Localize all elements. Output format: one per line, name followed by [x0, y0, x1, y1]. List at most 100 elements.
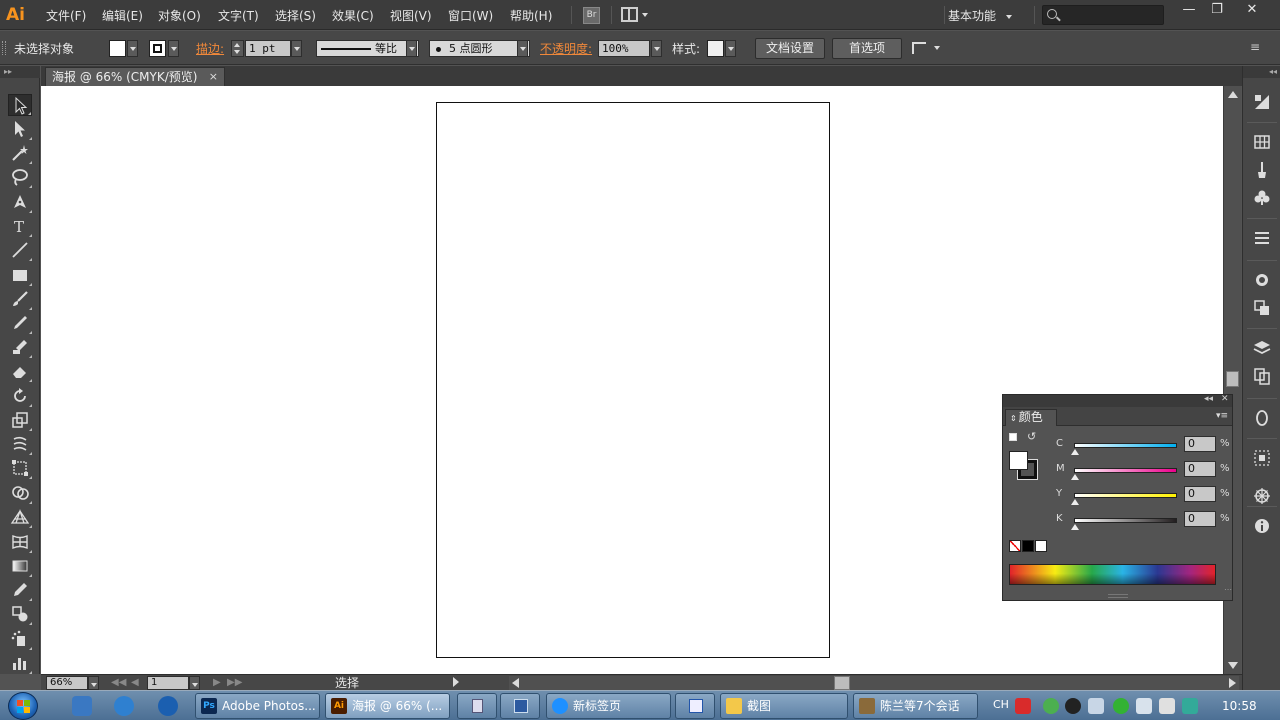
taskbar-illustrator[interactable]: Ai 海报 @ 66% (...	[325, 693, 450, 719]
menu-edit[interactable]: 编辑(E)	[102, 7, 143, 24]
scroll-up-icon[interactable]	[1228, 91, 1238, 98]
slider-knob-icon[interactable]	[1071, 499, 1079, 505]
gradient-tool-button[interactable]	[8, 555, 32, 577]
clock[interactable]: 10:58	[1222, 699, 1257, 713]
security-icon[interactable]	[1113, 698, 1129, 714]
sogou-icon[interactable]	[1015, 698, 1031, 714]
swap-fill-stroke-icon[interactable]: ↺	[1027, 430, 1036, 443]
appearance-panel-button[interactable]	[1252, 270, 1272, 290]
blob-brush-tool-button[interactable]	[8, 336, 32, 358]
control-panel-menu-icon[interactable]: ≡	[1250, 40, 1260, 54]
help-search-input[interactable]	[1042, 5, 1164, 25]
toggle-options-icon[interactable]: ⇕	[1010, 414, 1017, 423]
scroll-left-icon[interactable]	[512, 678, 519, 688]
slider-knob-icon[interactable]	[1071, 474, 1079, 480]
shape-builder-tool-button[interactable]	[8, 482, 32, 504]
artboard-dropdown[interactable]	[189, 676, 200, 690]
type-tool-button[interactable]: T	[8, 215, 32, 237]
slider-knob-icon[interactable]	[1071, 524, 1079, 530]
taskbar-photoshop[interactable]: Ps Adobe Photos...	[195, 693, 320, 719]
collapse-panel-icon[interactable]: ◂◂	[1204, 394, 1213, 404]
stroke-label[interactable]: 描边:	[196, 40, 224, 57]
stroke-panel-button[interactable]	[1252, 228, 1272, 248]
artboards-panel-button[interactable]	[1252, 366, 1272, 386]
scale-tool-button[interactable]	[8, 409, 32, 431]
taskbar-explorer[interactable]: 截图	[720, 693, 848, 719]
slider-knob-icon[interactable]	[1071, 449, 1079, 455]
vertical-scroll-thumb[interactable]	[1226, 371, 1239, 387]
horizontal-scrollbar[interactable]	[509, 676, 1239, 690]
menu-select[interactable]: 选择(S)	[275, 7, 316, 24]
symbol-sprayer-tool-button[interactable]	[8, 628, 32, 650]
channel-value-field[interactable]: 0	[1184, 436, 1216, 452]
panel-menu-icon[interactable]: ▾≡	[1216, 411, 1228, 421]
navigator-panel-button[interactable]	[1252, 486, 1272, 506]
paintbrush-tool-button[interactable]	[8, 288, 32, 310]
black-swatch[interactable]	[1022, 540, 1034, 552]
previous-artboard-icon[interactable]: ◀	[131, 677, 139, 688]
taskbar-movie-maker[interactable]	[500, 693, 540, 719]
channel-value-field[interactable]: 0	[1184, 486, 1216, 502]
bridge-button[interactable]: Br	[583, 7, 600, 24]
pen-tool-button[interactable]	[8, 191, 32, 213]
brushes-panel-button[interactable]	[1252, 160, 1272, 180]
control-bar-grip[interactable]	[2, 41, 6, 55]
qq-icon[interactable]	[1065, 698, 1081, 714]
fill-box[interactable]	[1009, 451, 1028, 470]
last-artboard-icon[interactable]: ▶▶	[227, 677, 242, 688]
workspace-switcher[interactable]: 基本功能	[948, 7, 1012, 24]
ime-indicator[interactable]: CH	[993, 698, 1009, 711]
eraser-tool-button[interactable]	[8, 360, 32, 382]
graphic-styles-panel-button[interactable]	[1252, 298, 1272, 318]
channel-slider-track[interactable]	[1074, 493, 1177, 498]
mesh-tool-button[interactable]	[8, 531, 32, 553]
close-tab-icon[interactable]: ×	[209, 68, 218, 86]
symbols-panel-button[interactable]	[1252, 188, 1272, 208]
fill-swatch[interactable]	[109, 40, 126, 57]
status-menu-icon[interactable]	[453, 677, 459, 687]
stroke-swatch-dropdown[interactable]	[168, 40, 179, 57]
eyedropper-tool-button[interactable]	[8, 579, 32, 601]
perspective-grid-tool-button[interactable]	[8, 506, 32, 528]
wechat-icon[interactable]	[1043, 698, 1059, 714]
quicklaunch-cloud-icon[interactable]	[114, 696, 134, 716]
stroke-profile-dropdown[interactable]	[406, 40, 417, 57]
zoom-field[interactable]: 66%	[46, 676, 88, 690]
menu-effect[interactable]: 效果(C)	[332, 7, 374, 24]
stroke-weight-stepper[interactable]	[231, 40, 244, 57]
stroke-weight-dropdown[interactable]	[291, 40, 302, 57]
menu-window[interactable]: 窗口(W)	[448, 7, 493, 24]
menu-view[interactable]: 视图(V)	[390, 7, 432, 24]
display-icon[interactable]	[1182, 698, 1198, 714]
channel-slider-track[interactable]	[1074, 443, 1177, 448]
resize-grip-icon[interactable]: ⋯	[1224, 585, 1232, 594]
stroke-weight-field[interactable]: 1 pt	[245, 40, 291, 57]
column-graph-tool-button[interactable]	[8, 652, 32, 674]
none-swatch[interactable]	[1009, 540, 1021, 552]
default-fill-stroke-icon[interactable]	[1009, 433, 1017, 441]
menu-object[interactable]: 对象(O)	[158, 7, 201, 24]
channel-value-field[interactable]: 0	[1184, 511, 1216, 527]
taskbar-chat[interactable]: 陈兰等7个会话	[853, 693, 978, 719]
warp-tool-button[interactable]	[8, 433, 32, 455]
graphic-style-dropdown[interactable]	[725, 40, 736, 57]
color-guide-panel-button[interactable]	[1252, 92, 1272, 112]
tray-app-icon[interactable]	[1159, 698, 1175, 714]
magic-wand-tool-button[interactable]	[8, 142, 32, 164]
arrange-documents-button[interactable]	[621, 6, 651, 24]
channel-slider-track[interactable]	[1074, 518, 1177, 523]
preferences-button[interactable]: 首选项	[832, 38, 902, 59]
free-transform-tool-button[interactable]	[8, 457, 32, 479]
network-icon[interactable]	[1136, 698, 1152, 714]
close-window-button[interactable]: ✕	[1238, 1, 1266, 19]
taskbar-browser[interactable]: 新标签页	[546, 693, 671, 719]
channel-slider-track[interactable]	[1074, 468, 1177, 473]
pencil-tool-button[interactable]	[8, 312, 32, 334]
rotate-tool-button[interactable]	[8, 385, 32, 407]
menu-type[interactable]: 文字(T)	[218, 7, 259, 24]
align-panel-button[interactable]	[1252, 448, 1272, 468]
restore-button[interactable]: ❐	[1203, 1, 1231, 19]
next-artboard-icon[interactable]: ▶	[213, 677, 221, 688]
lasso-tool-button[interactable]	[8, 166, 32, 188]
volume-icon[interactable]	[1088, 698, 1104, 714]
